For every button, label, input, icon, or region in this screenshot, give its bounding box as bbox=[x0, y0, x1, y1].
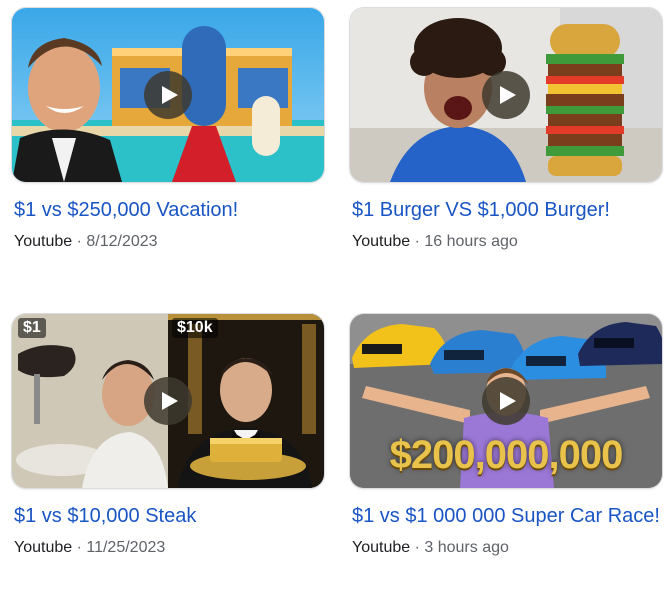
video-card[interactable]: $200,000,000 $1 vs $1 000 000 Super Car … bbox=[350, 314, 662, 559]
video-thumbnail[interactable] bbox=[12, 8, 324, 182]
play-button[interactable] bbox=[144, 377, 192, 425]
video-meta: Youtube · 11/25/2023 bbox=[12, 537, 324, 559]
play-triangle-icon bbox=[161, 86, 178, 104]
video-date: 3 hours ago bbox=[424, 539, 509, 556]
video-title[interactable]: $1 Burger VS $1,000 Burger! bbox=[350, 195, 662, 225]
video-source: Youtube bbox=[14, 539, 73, 556]
video-date: 8/12/2023 bbox=[86, 233, 158, 250]
price-label-left: $1 bbox=[18, 318, 46, 338]
video-title[interactable]: $1 vs $1 000 000 Super Car Race! bbox=[350, 501, 662, 531]
meta-separator: · bbox=[414, 539, 420, 556]
play-triangle-icon bbox=[499, 392, 516, 410]
play-button[interactable] bbox=[482, 377, 530, 425]
video-title[interactable]: $1 vs $10,000 Steak bbox=[12, 501, 324, 531]
video-thumbnail[interactable]: $1 $10k bbox=[12, 314, 324, 488]
overlay-amount: $200,000,000 bbox=[389, 433, 624, 477]
video-meta: Youtube · 8/12/2023 bbox=[12, 231, 324, 253]
video-date: 16 hours ago bbox=[424, 233, 518, 250]
play-triangle-icon bbox=[161, 392, 178, 410]
meta-separator: · bbox=[76, 233, 82, 250]
play-button[interactable] bbox=[482, 71, 530, 119]
meta-separator: · bbox=[76, 539, 82, 556]
video-source: Youtube bbox=[352, 539, 411, 556]
video-thumbnail[interactable]: $200,000,000 bbox=[350, 314, 662, 488]
video-source: Youtube bbox=[352, 233, 411, 250]
play-button[interactable] bbox=[144, 71, 192, 119]
video-card[interactable]: $1 $10k $1 vs $10,000 Steak Youtube · 11… bbox=[12, 314, 324, 559]
video-meta: Youtube · 16 hours ago bbox=[350, 231, 662, 253]
video-date: 11/25/2023 bbox=[86, 539, 166, 556]
price-label-right: $10k bbox=[172, 318, 218, 338]
video-thumbnail[interactable] bbox=[350, 8, 662, 182]
video-meta: Youtube · 3 hours ago bbox=[350, 537, 662, 559]
video-card[interactable]: $1 Burger VS $1,000 Burger! Youtube · 16… bbox=[350, 8, 662, 253]
video-source: Youtube bbox=[14, 233, 73, 250]
meta-separator: · bbox=[414, 233, 420, 250]
play-triangle-icon bbox=[499, 86, 516, 104]
video-card[interactable]: $1 vs $250,000 Vacation! Youtube · 8/12/… bbox=[12, 8, 324, 253]
video-title[interactable]: $1 vs $250,000 Vacation! bbox=[12, 195, 324, 225]
